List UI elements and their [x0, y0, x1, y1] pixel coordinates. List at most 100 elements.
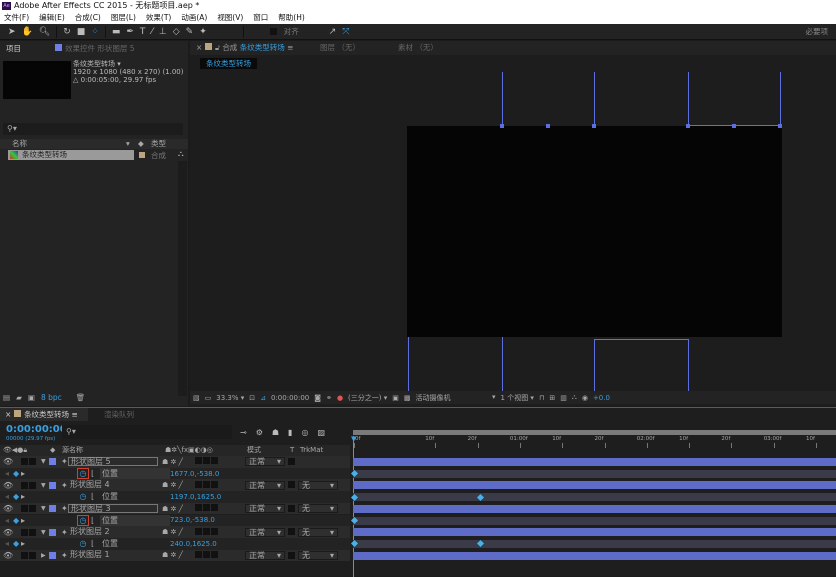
- comp-canvas[interactable]: [407, 126, 782, 337]
- label-tag-icon[interactable]: ◆: [138, 139, 144, 149]
- hand-icon[interactable]: ✋: [22, 27, 33, 37]
- project-search-input[interactable]: ⚲▾: [3, 123, 183, 135]
- layer-name[interactable]: 形状图层 1: [68, 550, 158, 560]
- property-value[interactable]: 240.0,1625.0: [170, 540, 217, 548]
- interpret-footage-icon[interactable]: ▤: [3, 393, 10, 402]
- viewer-timecode[interactable]: 0:00:00:00: [271, 394, 309, 402]
- expand-down-icon[interactable]: ▼: [41, 482, 49, 489]
- rotate-icon[interactable]: ↻: [63, 27, 71, 37]
- timeline-icon[interactable]: ▥: [560, 394, 567, 402]
- pan-behind-icon[interactable]: ⁘: [91, 27, 99, 37]
- label-color[interactable]: [49, 528, 56, 536]
- trash-icon[interactable]: 🗑︎: [76, 393, 86, 402]
- resolution-dropdown[interactable]: (三分之一) ▾: [348, 393, 387, 403]
- project-scrollbar[interactable]: [178, 161, 187, 396]
- col-t[interactable]: T: [290, 445, 294, 456]
- camera-icon[interactable]: ■: [77, 27, 86, 37]
- sort-icon[interactable]: ▾: [126, 139, 130, 149]
- property-value[interactable]: 723.0,-538.0: [170, 516, 215, 524]
- zoom-dropdown[interactable]: 33.3% ▾: [216, 394, 244, 402]
- lock-toggle[interactable]: [29, 505, 36, 513]
- layer-switches[interactable]: ☗ ✲ ╱: [162, 458, 183, 466]
- eraser-icon[interactable]: ◇: [173, 27, 180, 37]
- shy-icon[interactable]: ☗: [272, 428, 279, 437]
- tab-effect-controls[interactable]: 效果控件 形状图层 5: [55, 43, 135, 55]
- layer-row[interactable]: 👁︎ ▼ ✦ 形状图层 3 ☗ ✲ ╱ 正常 ▾ 无 ▾: [0, 502, 350, 515]
- expand-down-icon[interactable]: ▼: [41, 458, 49, 465]
- toggle-pixel-aspect-icon[interactable]: ⊓: [539, 394, 544, 402]
- layer-duration-bar[interactable]: [353, 528, 836, 537]
- col-type[interactable]: 类型: [151, 139, 166, 149]
- layer-switches[interactable]: ☗ ✲ ╱: [162, 528, 183, 536]
- expand-down-icon[interactable]: ▼: [41, 505, 49, 512]
- project-item[interactable]: 条纹类型转场: [8, 150, 134, 160]
- timeline-search-input[interactable]: ⚲▾: [62, 425, 232, 439]
- layer-duration-bar[interactable]: [353, 458, 836, 466]
- preserve-transparency-toggle[interactable]: [288, 458, 295, 465]
- label-color[interactable]: [49, 551, 56, 559]
- mode-dropdown[interactable]: 正常 ▾: [245, 504, 285, 514]
- snapshot-icon[interactable]: ◙: [314, 394, 321, 402]
- trkmat-dropdown[interactable]: 无 ▾: [298, 550, 338, 560]
- mode-dropdown[interactable]: 正常 ▾: [245, 550, 285, 560]
- menu-item[interactable]: 图层(L): [111, 12, 136, 24]
- property-track[interactable]: [353, 516, 836, 525]
- visibility-eye-icon[interactable]: 👁︎: [3, 551, 21, 560]
- new-comp-icon[interactable]: ▣: [28, 393, 35, 402]
- property-track[interactable]: [353, 493, 836, 502]
- layer-name[interactable]: 形状图层 4: [68, 480, 158, 490]
- views-dropdown[interactable]: 1 个视图 ▾: [501, 393, 534, 403]
- graph-icon[interactable]: ⌊: [91, 516, 100, 525]
- comp-name[interactable]: 条纹类型转场 ▾: [73, 60, 184, 68]
- layer-switches[interactable]: ☗ ✲ ╱: [162, 505, 183, 513]
- visibility-eye-icon[interactable]: 👁︎: [3, 504, 21, 513]
- label-color[interactable]: [49, 505, 56, 513]
- camera-dropdown[interactable]: 活动摄像机 ▾: [416, 393, 496, 403]
- preserve-transparency-toggle[interactable]: [288, 528, 295, 536]
- channel-icon[interactable]: ●: [337, 394, 343, 402]
- add-keyframe-icon[interactable]: ◆: [13, 469, 21, 478]
- prev-keyframe-icon[interactable]: ◂: [5, 492, 13, 501]
- preserve-transparency-toggle[interactable]: [288, 504, 295, 512]
- tab-project[interactable]: 项目: [6, 43, 21, 55]
- lock-toggle[interactable]: [29, 481, 36, 489]
- always-preview-icon[interactable]: ▧: [193, 394, 200, 402]
- label-color[interactable]: [49, 481, 56, 489]
- solo-toggle[interactable]: [21, 481, 28, 489]
- visibility-eye-icon[interactable]: 👁︎: [3, 457, 21, 466]
- add-keyframe-icon[interactable]: ◆: [13, 492, 21, 501]
- next-keyframe-icon[interactable]: ▸: [21, 492, 29, 501]
- layer-row[interactable]: 👁︎ ▶ ✦ 形状图层 1 ☗ ✲ ╱ 正常 ▾ 无 ▾: [0, 549, 350, 562]
- comp-breadcrumb[interactable]: 条纹类型转场: [200, 58, 257, 69]
- roto-brush-icon[interactable]: ✎: [186, 27, 194, 37]
- prev-keyframe-icon[interactable]: ◂: [5, 469, 13, 478]
- property-row[interactable]: ◂ ◆ ▸ ◷ ⌊ 位置 1197.0,1625.0: [0, 491, 350, 503]
- property-value[interactable]: 1677.0,-538.0: [170, 470, 219, 478]
- selection-icon[interactable]: ➤: [8, 27, 16, 37]
- graph-icon[interactable]: ⌊: [91, 492, 100, 501]
- flowchart-icon[interactable]: ⛬: [178, 149, 184, 159]
- time-ruler[interactable]: 0f 10f 20f 01:00f 10f 20f 02:00f 10f 20f 03:00f 10…: [353, 435, 836, 449]
- tab-footage[interactable]: 素材 （无）: [398, 42, 438, 54]
- layer-duration-bar[interactable]: [353, 481, 836, 490]
- solo-toggle[interactable]: [21, 505, 28, 513]
- clone-stamp-icon[interactable]: ⊥: [159, 27, 167, 37]
- graph-editor-icon[interactable]: ▨: [317, 428, 325, 437]
- layer-duration-bar[interactable]: [353, 504, 836, 513]
- preserve-transparency-toggle[interactable]: [288, 551, 295, 559]
- next-keyframe-icon[interactable]: ▸: [21, 516, 29, 525]
- lock-toggle[interactable]: [29, 528, 36, 536]
- solo-toggle[interactable]: [21, 458, 28, 466]
- col-mode[interactable]: 模式: [247, 445, 261, 456]
- property-track[interactable]: [353, 469, 836, 478]
- solo-toggle[interactable]: [21, 528, 28, 536]
- lock-toggle[interactable]: [29, 551, 36, 559]
- graph-icon[interactable]: ⌊: [91, 539, 100, 548]
- monitor-icon[interactable]: ▭: [205, 394, 212, 402]
- menu-item[interactable]: 帮助(H): [278, 12, 305, 24]
- snap-option-icon[interactable]: ↗: [329, 27, 337, 37]
- timeline-timecode[interactable]: 0:00:00:00: [6, 424, 67, 435]
- bpc-button[interactable]: 8 bpc: [41, 393, 62, 402]
- pen-icon[interactable]: ✒: [126, 27, 134, 37]
- label-color[interactable]: [49, 458, 56, 466]
